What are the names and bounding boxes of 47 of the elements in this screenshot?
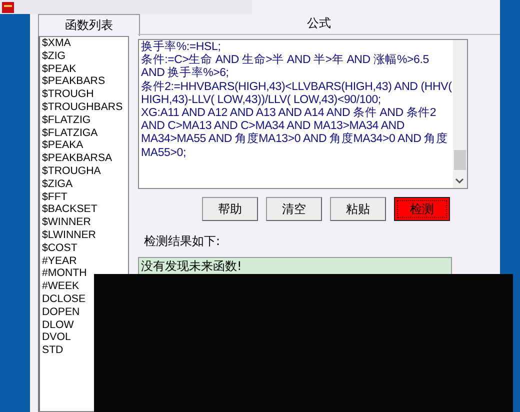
function-item[interactable]: $FFT bbox=[42, 190, 68, 204]
code-line: AND 换手率%>6; bbox=[141, 67, 230, 80]
code-line: 条件:=C>生命 AND 生命>半 AND 半>年 AND 涨幅%>6.5 bbox=[141, 54, 430, 66]
function-item[interactable]: $TROUGHA bbox=[42, 164, 101, 178]
function-item[interactable]: $PEAKBARSA bbox=[42, 152, 112, 165]
app-icon bbox=[2, 2, 14, 12]
function-item[interactable]: $FLATZIG bbox=[42, 114, 91, 127]
function-item[interactable]: #MONTH bbox=[42, 267, 87, 280]
function-item[interactable]: $PEAKBARS bbox=[42, 75, 106, 88]
function-item[interactable]: $TROUGH bbox=[42, 88, 94, 101]
function-item[interactable]: $ZIGA bbox=[42, 178, 73, 191]
function-item[interactable]: $TROUGHBARS bbox=[42, 100, 123, 114]
function-item[interactable]: $XMA bbox=[42, 37, 71, 50]
result-text: 没有发现未来函数! bbox=[141, 258, 242, 275]
scroll-down-icon[interactable] bbox=[455, 178, 464, 184]
scroll-thumb[interactable] bbox=[454, 150, 466, 170]
check-button[interactable]: 检测 bbox=[394, 197, 450, 221]
code-line: 换手率%:=HSL; bbox=[141, 41, 222, 54]
action-button[interactable]: 帮助 bbox=[202, 197, 258, 221]
function-item[interactable]: $COST bbox=[42, 242, 78, 255]
function-item[interactable]: $FLATZIGA bbox=[42, 126, 98, 140]
function-item[interactable]: DOPEN bbox=[42, 306, 80, 319]
scrollbar[interactable] bbox=[453, 40, 467, 188]
function-item[interactable]: $BACKSET bbox=[42, 203, 98, 216]
result-label: 检测结果如下: bbox=[144, 233, 222, 250]
action-button[interactable]: 清空 bbox=[266, 197, 322, 221]
function-item[interactable]: $PEAK bbox=[42, 62, 76, 76]
function-item[interactable]: #WEEK bbox=[42, 280, 80, 293]
code-line: MA34>MA55 AND 角度MA13>0 AND 角度MA34>0 AND 角度 bbox=[141, 133, 449, 147]
code-line: HIGH,43)-LLV( LOW,43))/LLV( LOW,43)<90/100; bbox=[141, 94, 382, 106]
code-line: XG:A11 AND A12 AND A13 AND A14 AND 条件 AND 条件2 bbox=[141, 107, 438, 120]
function-item[interactable]: $PEAKA bbox=[42, 139, 84, 152]
function-item[interactable]: #YEAR bbox=[42, 254, 77, 268]
action-button[interactable]: 粘贴 bbox=[330, 197, 386, 221]
code-line: 条件2:=HHVBARS(HIGH,43)<LLVBARS(HIGH,43) AND (HHV( bbox=[141, 80, 451, 94]
function-item[interactable]: $LWINNER bbox=[42, 228, 96, 242]
function-item[interactable]: $ZIG bbox=[42, 50, 66, 63]
formula-header: 公式 bbox=[307, 15, 331, 32]
function-item[interactable]: DCLOSE bbox=[42, 292, 86, 306]
function-item[interactable]: DVOL bbox=[42, 331, 71, 344]
formula-editor[interactable] bbox=[138, 39, 468, 189]
function-item[interactable]: $WINNER bbox=[42, 216, 91, 229]
function-item[interactable]: DLOW bbox=[42, 318, 74, 332]
function-item[interactable]: STD bbox=[42, 344, 64, 357]
code-line: AND C>MA13 AND C>MA34 AND MA13>MA34 AND bbox=[141, 120, 406, 132]
list-header: 函数列表 bbox=[38, 14, 140, 36]
code-line: MA55>0; bbox=[141, 146, 187, 160]
